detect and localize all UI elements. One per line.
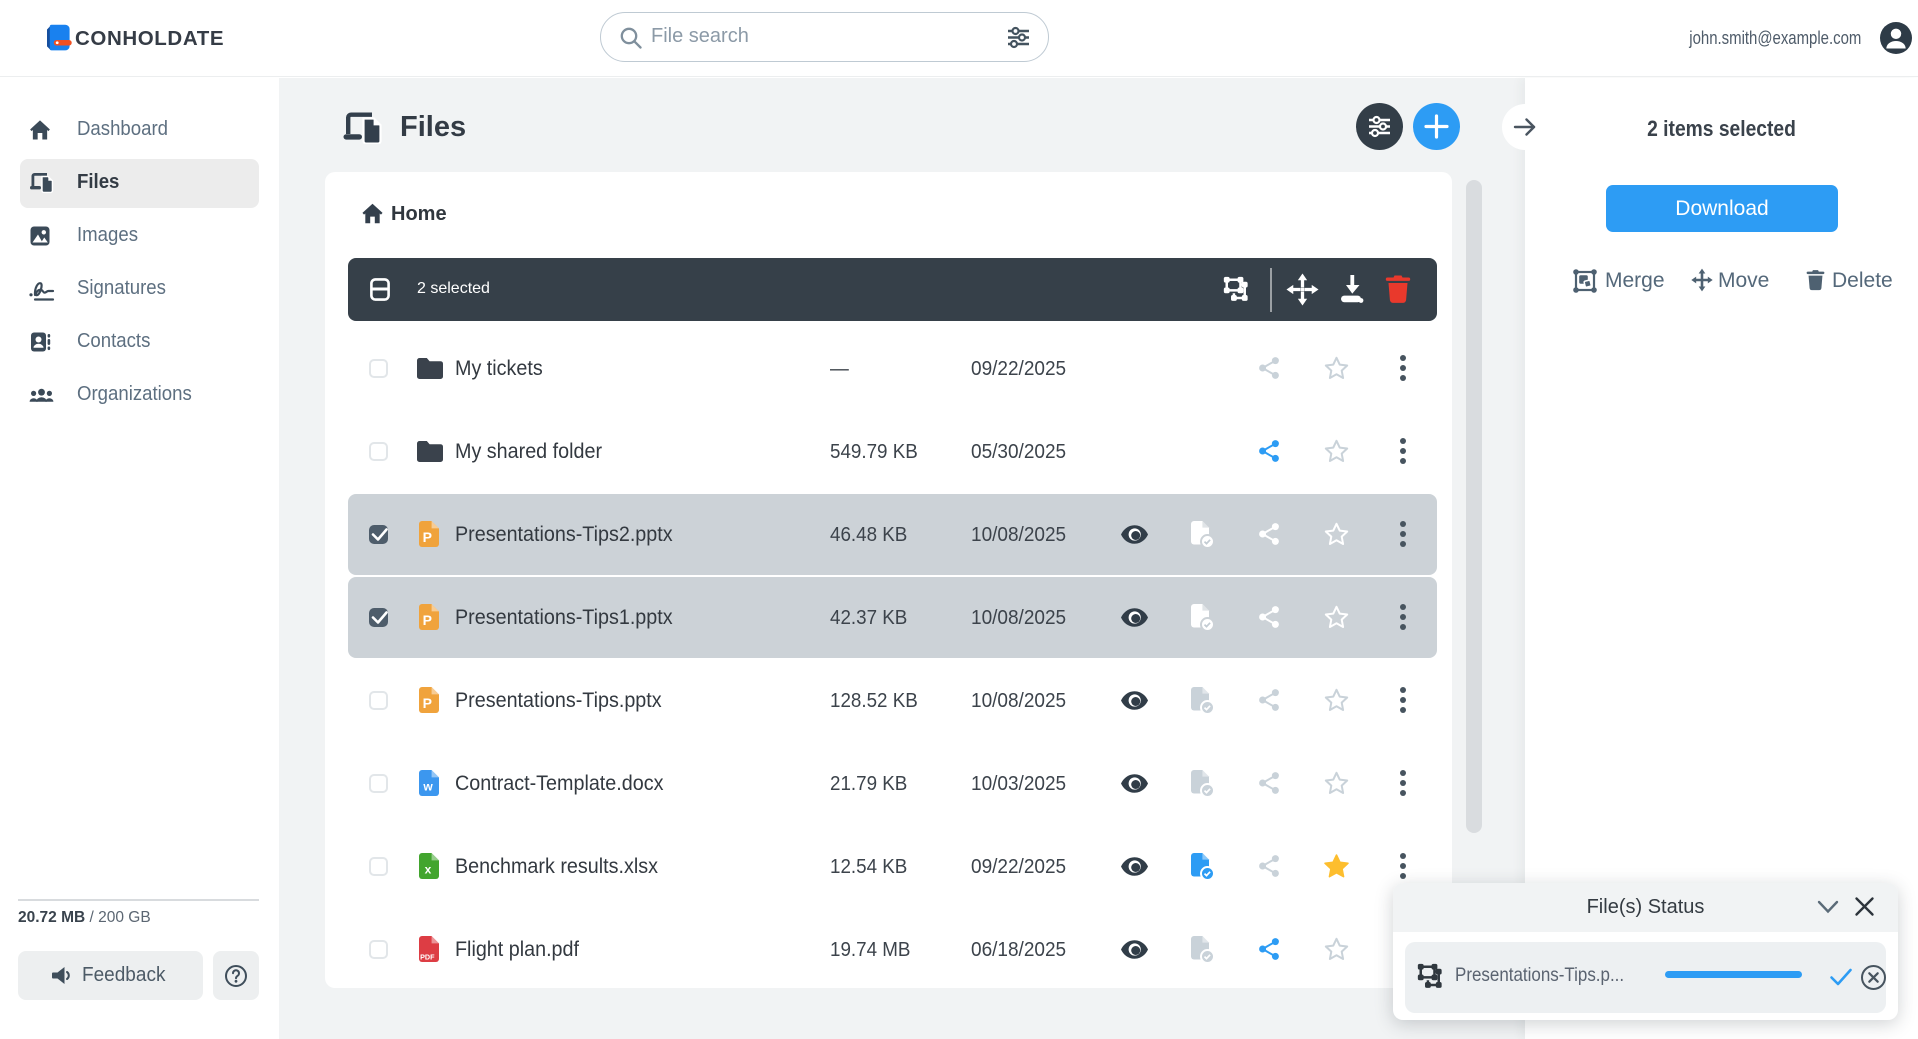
svg-text:P: P	[423, 612, 432, 628]
svg-text:x: x	[425, 863, 432, 877]
svg-text:P: P	[423, 529, 432, 545]
svg-text:PDF: PDF	[420, 953, 435, 962]
svg-text:w: w	[422, 780, 433, 794]
svg-text:P: P	[423, 695, 432, 711]
